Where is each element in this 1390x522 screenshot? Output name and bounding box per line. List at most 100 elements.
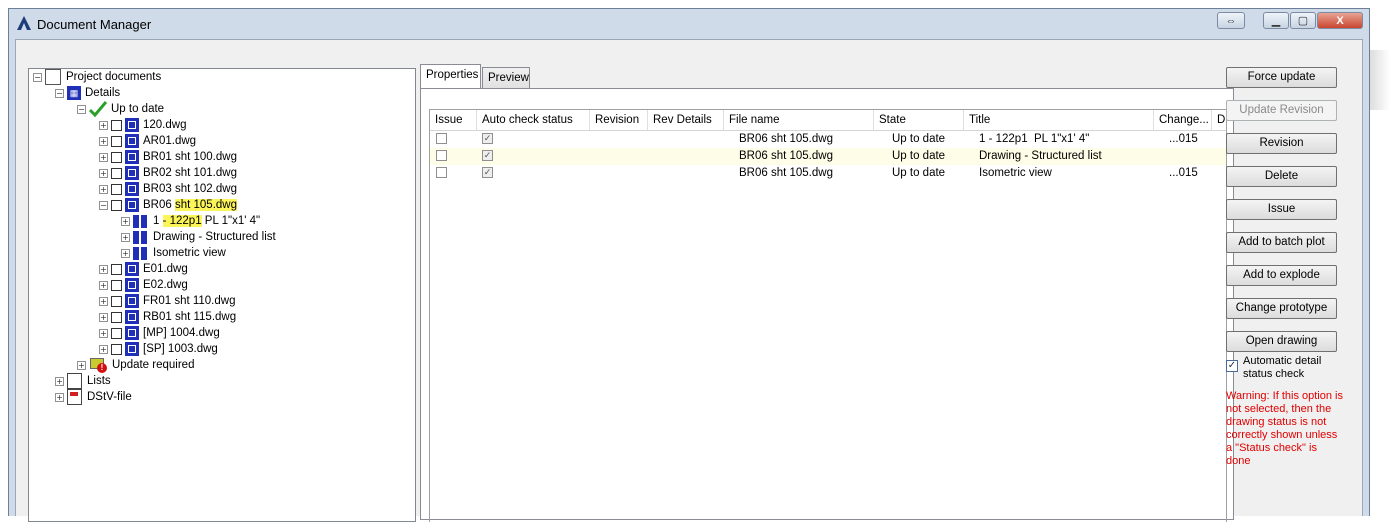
add-to-batch-plot-button[interactable]: Add to batch plot (1226, 232, 1337, 253)
close-button[interactable]: X (1317, 12, 1363, 29)
maximize-button[interactable]: ▢ (1290, 12, 1316, 29)
expand-icon[interactable]: + (99, 152, 108, 162)
table-row[interactable]: ✓ BR06 sht 105.dwg Up to date 1 - 122p1 … (430, 131, 1226, 148)
restore-size-button[interactable]: ⇔ (1217, 12, 1245, 29)
tree-item-details[interactable]: − ▦ Details (55, 85, 120, 101)
drawing-icon (125, 342, 139, 356)
tree-item-lists[interactable]: + Lists (55, 373, 111, 389)
column-header-change[interactable]: Change... (1154, 110, 1212, 130)
title-bar[interactable]: Document Manager ⇔ ▁ ▢ X (9, 9, 1369, 39)
project-tree[interactable]: − Project documents − ▦ Details − Up to … (28, 68, 416, 522)
tree-item-file[interactable]: + [MP] 1004.dwg (99, 325, 220, 341)
expand-icon[interactable]: + (99, 280, 108, 290)
expand-icon[interactable]: + (99, 312, 108, 322)
auto-check-checkbox[interactable]: ✓ (482, 133, 493, 144)
tree-item-file[interactable]: + FR01 sht 110.dwg (99, 293, 235, 309)
tree-label: [MP] 1004.dwg (143, 327, 220, 339)
open-drawing-button[interactable]: Open drawing (1226, 331, 1337, 352)
update-revision-button[interactable]: Update Revision (1226, 100, 1337, 121)
tree-checkbox[interactable] (111, 343, 122, 355)
expand-icon[interactable]: + (99, 264, 108, 274)
tree-subitem[interactable]: + Isometric view (121, 245, 226, 261)
auto-check-checkbox[interactable]: ✓ (482, 167, 493, 178)
tree-item-dstv[interactable]: + DStV-file (55, 389, 132, 405)
collapse-icon[interactable]: − (33, 72, 42, 82)
tree-item-file[interactable]: + [SP] 1003.dwg (99, 341, 218, 357)
tree-label: 1 (153, 215, 163, 227)
tree-checkbox[interactable] (111, 183, 122, 195)
issue-checkbox[interactable] (436, 133, 447, 144)
expand-icon[interactable]: + (55, 376, 64, 386)
expand-icon[interactable]: + (99, 184, 108, 194)
tree-label-highlight: - 122p1 (162, 215, 202, 227)
tree-subitem[interactable]: + Drawing - Structured list (121, 229, 276, 245)
tree-item-file[interactable]: + RB01 sht 115.dwg (99, 309, 236, 325)
column-header-revision[interactable]: Revision (590, 110, 648, 130)
column-header-issue[interactable]: Issue (430, 110, 477, 130)
expand-icon[interactable]: + (77, 360, 86, 370)
tree-item-selected-file[interactable]: − BR06 sht 105.dwg (99, 197, 237, 213)
collapse-icon[interactable]: − (77, 104, 86, 114)
column-header-title[interactable]: Title (964, 110, 1154, 130)
column-header-d[interactable]: D (1212, 110, 1226, 130)
expand-icon[interactable]: + (121, 248, 130, 258)
documents-grid[interactable]: Issue Auto check status Revision Rev Det… (429, 109, 1227, 522)
expand-icon[interactable]: + (121, 216, 130, 226)
tree-checkbox[interactable] (111, 167, 122, 179)
tree-subitem[interactable]: + 1 - 122p1 PL 1"x1' 4" (121, 213, 260, 229)
tree-checkbox[interactable] (111, 263, 122, 275)
expand-icon[interactable]: + (121, 232, 130, 242)
expand-icon[interactable]: + (99, 168, 108, 178)
tree-item-file[interactable]: + BR03 sht 102.dwg (99, 181, 237, 197)
collapse-icon[interactable]: − (99, 200, 108, 210)
expand-icon[interactable]: + (99, 120, 108, 130)
table-row[interactable]: ✓ BR06 sht 105.dwg Up to date Isometric … (430, 165, 1226, 182)
table-row[interactable]: ✓ BR06 sht 105.dwg Up to date Drawing - … (430, 148, 1226, 165)
tree-checkbox[interactable] (111, 311, 122, 323)
tree-checkbox[interactable] (111, 119, 122, 131)
issue-button[interactable]: Issue (1226, 199, 1337, 220)
expand-icon[interactable]: + (99, 136, 108, 146)
automatic-status-check-checkbox[interactable]: ✓ (1226, 360, 1238, 372)
change-prototype-button[interactable]: Change prototype (1226, 298, 1337, 319)
tree-checkbox[interactable] (111, 135, 122, 147)
tab-properties[interactable]: Properties (420, 64, 481, 88)
tree-label: BR02 sht 101.dwg (143, 167, 237, 179)
expand-icon[interactable]: + (55, 392, 64, 402)
revision-button[interactable]: Revision (1226, 133, 1337, 154)
expand-icon[interactable]: + (99, 344, 108, 354)
expand-icon[interactable]: + (99, 296, 108, 306)
delete-button[interactable]: Delete (1226, 166, 1337, 187)
auto-check-checkbox[interactable]: ✓ (482, 150, 493, 161)
force-update-button[interactable]: Force update (1226, 67, 1337, 88)
tree-item-file[interactable]: +120.dwg (99, 117, 186, 133)
collapse-icon[interactable]: − (55, 88, 64, 98)
tree-item-file[interactable]: + E01.dwg (99, 261, 188, 277)
drawing-icon (125, 166, 139, 180)
column-header-auto-check[interactable]: Auto check status (477, 110, 590, 130)
part-icon (133, 246, 139, 260)
tree-checkbox[interactable] (111, 151, 122, 163)
add-to-explode-button[interactable]: Add to explode (1226, 265, 1337, 286)
expand-icon[interactable]: + (99, 328, 108, 338)
tree-item-file[interactable]: + E02.dwg (99, 277, 188, 293)
tree-item-up-to-date[interactable]: − Up to date (77, 101, 164, 117)
tree-checkbox[interactable] (111, 279, 122, 291)
tree-item-update-required[interactable]: + ! Update required (77, 357, 194, 373)
column-header-state[interactable]: State (874, 110, 964, 130)
issue-checkbox[interactable] (436, 150, 447, 161)
column-header-file-name[interactable]: File name (724, 110, 874, 130)
tab-preview[interactable]: Preview (482, 67, 530, 88)
tree-item-project-documents[interactable]: − Project documents (33, 69, 161, 85)
tree-checkbox[interactable] (111, 327, 122, 339)
drawing-icon (125, 326, 139, 340)
tree-item-file[interactable]: + AR01.dwg (99, 133, 196, 149)
column-header-rev-details[interactable]: Rev Details (648, 110, 724, 130)
minimize-button[interactable]: ▁ (1263, 12, 1289, 29)
tree-item-file[interactable]: + BR02 sht 101.dwg (99, 165, 237, 181)
tree-checkbox[interactable] (111, 199, 122, 211)
issue-checkbox[interactable] (436, 167, 447, 178)
tree-checkbox[interactable] (111, 295, 122, 307)
cell-title: Drawing - Structured list (979, 150, 1102, 162)
tree-item-file[interactable]: + BR01 sht 100.dwg (99, 149, 237, 165)
